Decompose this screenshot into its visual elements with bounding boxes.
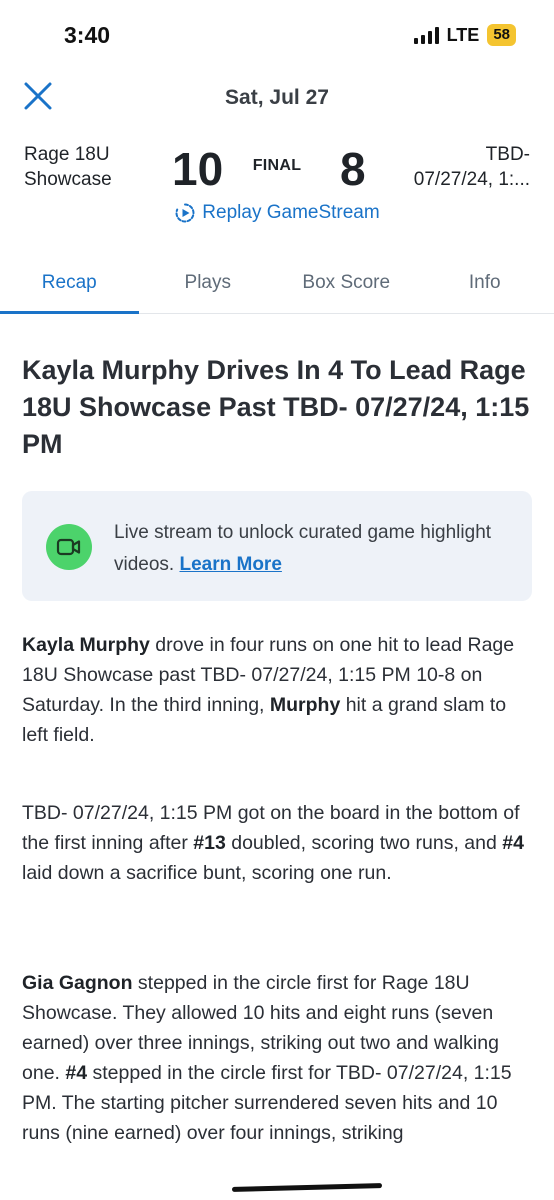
- learn-more-link[interactable]: Learn More: [179, 554, 281, 575]
- tab-info[interactable]: Info: [416, 262, 554, 313]
- network-label: LTE: [446, 24, 480, 45]
- battery-icon: 58: [487, 24, 516, 46]
- replay-icon: [175, 203, 195, 223]
- player-link: #4: [65, 1062, 88, 1084]
- paragraph-text: stepped in the circle first for TBD- 07/…: [22, 1062, 512, 1144]
- player-link: Kayla Murphy: [22, 634, 150, 656]
- replay-gamestream-button[interactable]: Replay GameStream: [0, 202, 554, 224]
- game-date: Sat, Jul 27: [225, 86, 329, 109]
- home-indicator[interactable]: [231, 1183, 383, 1192]
- away-score: 8: [340, 143, 366, 195]
- status-bar: 3:40 LTE 58: [0, 0, 554, 74]
- status-time: 3:40: [64, 22, 111, 48]
- tab-plays[interactable]: Plays: [139, 262, 278, 313]
- promo-message: Live stream to unlock curated game highl…: [114, 522, 492, 575]
- player-link: #4: [502, 832, 524, 854]
- video-camera-icon: [46, 524, 92, 570]
- promo-text: Live stream to unlock curated game highl…: [114, 517, 514, 581]
- tab-bar: Recap Plays Box Score Info: [0, 262, 554, 314]
- recap-paragraph-2: TBD- 07/27/24, 1:15 PM got on the board …: [22, 798, 537, 888]
- livestream-promo-card: Live stream to unlock curated game highl…: [22, 491, 532, 601]
- away-team-line1: TBD-: [485, 144, 530, 165]
- player-link: #13: [193, 832, 226, 854]
- player-link: Murphy: [269, 694, 341, 716]
- tab-recap[interactable]: Recap: [0, 262, 139, 314]
- tab-box-score[interactable]: Box Score: [277, 262, 416, 313]
- paragraph-text: doubled, scoring two runs, and: [225, 832, 503, 854]
- article-title: Kayla Murphy Drives In 4 To Lead Rage 18…: [22, 355, 530, 459]
- signal-icon: [413, 26, 439, 44]
- recap-paragraph-1: Kayla Murphy drove in four runs on one h…: [22, 630, 537, 750]
- replay-label: Replay GameStream: [202, 202, 380, 223]
- recap-paragraph-3: Gia Gagnon stepped in the circle first f…: [22, 968, 537, 1148]
- paragraph-text: laid down a sacrifice bunt, scoring one …: [22, 862, 392, 884]
- player-link: Gia Gagnon: [22, 972, 133, 994]
- status-indicators: LTE 58: [413, 24, 516, 46]
- away-team-line2: 07/27/24, 1:...: [413, 169, 530, 190]
- away-team-name[interactable]: TBD- 07/27/24, 1:...: [380, 142, 530, 192]
